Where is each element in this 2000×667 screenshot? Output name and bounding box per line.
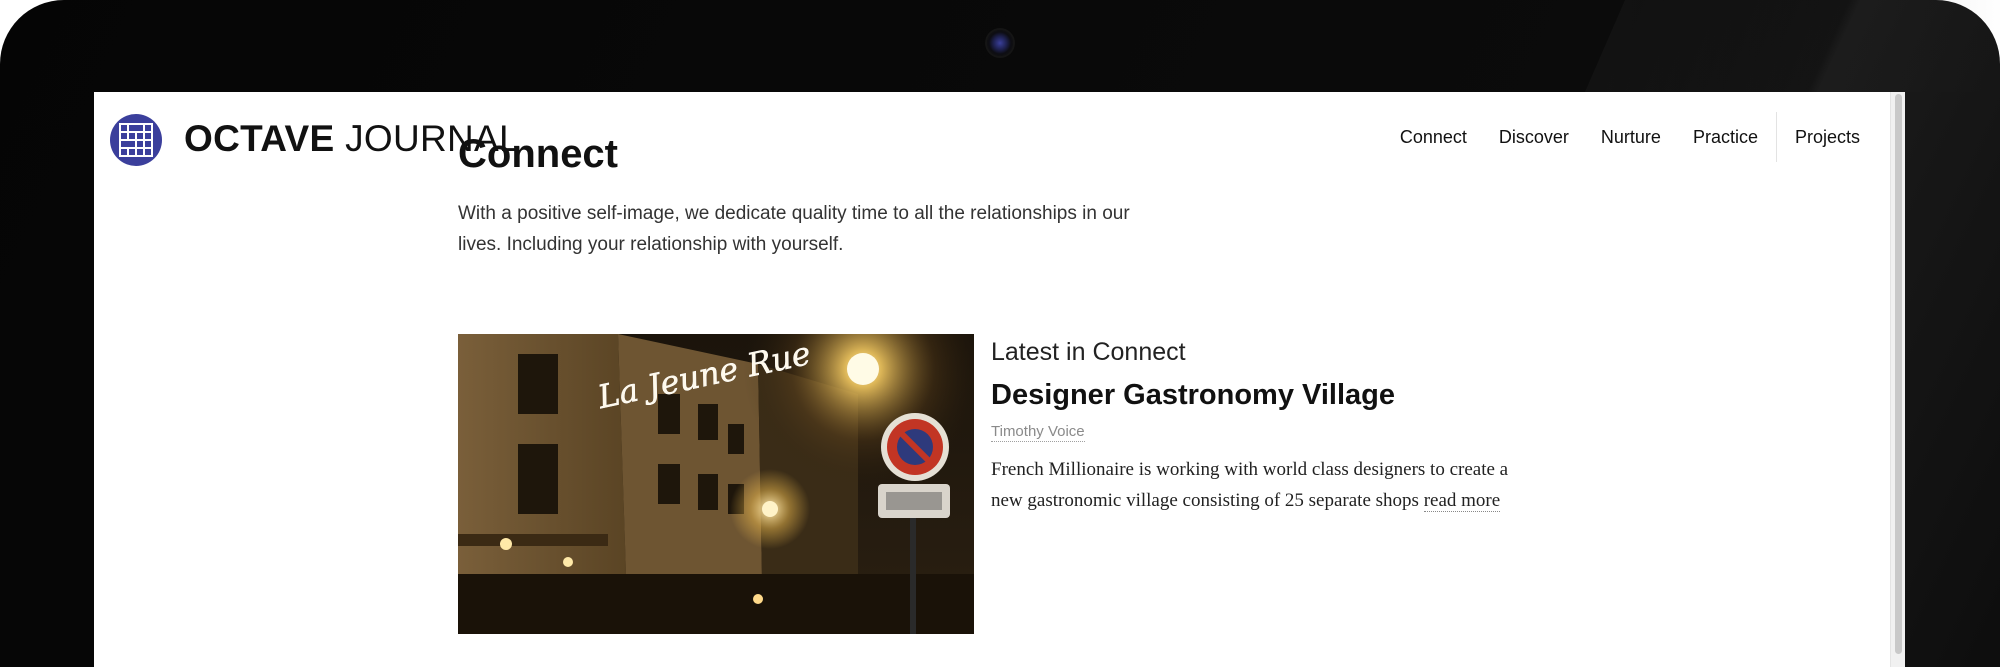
read-more-link[interactable]: read more xyxy=(1423,490,1501,512)
section-kicker: Latest in Connect xyxy=(991,338,1186,366)
grid-logo-icon[interactable] xyxy=(110,114,162,166)
browser-screen: OCTAVE JOURNAL Connect Discover Nurture … xyxy=(94,92,1905,667)
nav-divider xyxy=(1775,112,1777,162)
nav-item-projects[interactable]: Projects xyxy=(1779,112,1876,162)
article-image[interactable]: La Jeune Rue xyxy=(458,334,974,634)
bezel-glare xyxy=(1585,0,2000,92)
street-photo-svg: La Jeune Rue xyxy=(458,334,974,634)
vertical-scrollbar[interactable] xyxy=(1890,92,1905,667)
article-title[interactable]: Designer Gastronomy Village xyxy=(991,377,1531,413)
nav-item-nurture[interactable]: Nurture xyxy=(1585,112,1677,162)
article-excerpt: French Millionaire is working with world… xyxy=(991,454,1531,516)
nav-item-practice[interactable]: Practice xyxy=(1677,112,1774,162)
page-description: With a positive self-image, we dedicate … xyxy=(458,203,1130,255)
site-title-bold: OCTAVE xyxy=(184,118,335,159)
logo-svg xyxy=(110,114,162,166)
section-intro: Connect With a positive self-image, we d… xyxy=(458,130,1558,260)
scrollbar-thumb[interactable] xyxy=(1895,94,1902,654)
camera-icon xyxy=(987,30,1013,56)
page-title: Connect xyxy=(458,132,618,176)
article-text: Latest in Connect Designer Gastronomy Vi… xyxy=(991,334,1531,516)
author-link[interactable]: Timothy Voice xyxy=(991,423,1085,442)
device-frame: OCTAVE JOURNAL Connect Discover Nurture … xyxy=(0,0,2000,667)
